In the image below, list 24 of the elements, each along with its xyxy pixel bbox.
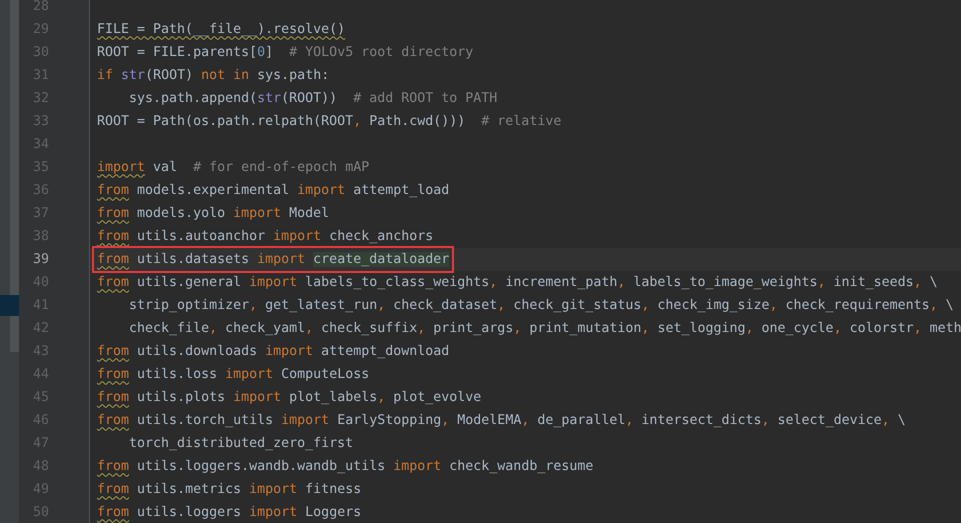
line-number: 39	[32, 250, 49, 269]
code-line: import val # for end-of-epoch mAP	[97, 158, 370, 176]
code-line: from utils.general import labels_to_class_weights, increment_path, labels_to_image_weights, init_seeds, \	[97, 274, 938, 292]
scrollbar-thumb[interactable]	[10, 0, 19, 352]
code-line: sys.path.append(str(ROOT)) # add ROOT to PATH	[128, 90, 498, 108]
code-line: FILE = Path(__file__).resolve()	[97, 20, 346, 38]
code-line: from utils.loggers import Loggers	[97, 504, 362, 522]
code-line: check_file, check_yaml, check_suffix, print_args, print_mutation, set_logging, one_cycle, colorstr, meth	[128, 320, 961, 338]
code-line: from utils.downloads import attempt_download	[97, 342, 450, 360]
code-line: ROOT = Path(os.path.relpath(ROOT, Path.cwd())) # relative	[97, 112, 562, 130]
code-line: from utils.plots import plot_labels, plot_evolve	[97, 388, 482, 406]
selection-marker	[0, 295, 19, 316]
code-line: from utils.metrics import fitness	[97, 480, 362, 498]
code-line: from models.experimental import attempt_load	[97, 182, 450, 200]
code-line: from models.yolo import Model	[97, 204, 330, 222]
code-line: from utils.torch_utils import EarlyStopping, ModelEMA, de_parallel, intersect_dicts, select_device, \	[97, 412, 906, 430]
code-line: from utils.loss import ComputeLoss	[97, 366, 370, 384]
code-line: ROOT = FILE.parents[0] # YOLOv5 root directory	[97, 44, 474, 62]
code-line: from utils.datasets import create_dataloader	[97, 250, 450, 268]
code-line: strip_optimizer, get_latest_run, check_dataset, check_git_status, check_img_size, check_requirements, \	[128, 296, 954, 314]
code-line: from utils.autoanchor import check_anchors	[97, 228, 434, 246]
code-line: torch_distributed_zero_first	[128, 434, 354, 452]
code-line: if str(ROOT) not in sys.path:	[97, 66, 330, 84]
code-line: from utils.loggers.wandb.wandb_utils import check_wandb_resume	[97, 458, 594, 476]
